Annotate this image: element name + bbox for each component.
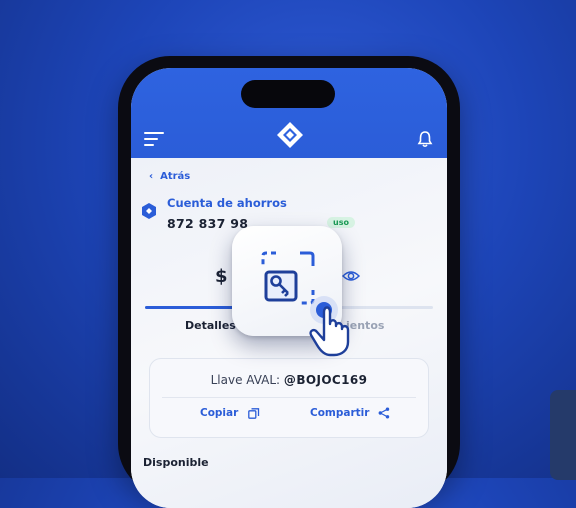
tap-hand-icon xyxy=(309,296,350,357)
copy-label: Copiar xyxy=(200,407,239,419)
divider xyxy=(162,397,416,398)
account-icon xyxy=(142,203,156,219)
menu-icon[interactable] xyxy=(144,132,164,146)
status-badge: uso xyxy=(327,217,355,228)
aval-key-value: @BOJOC169 xyxy=(283,373,368,387)
bell-icon[interactable] xyxy=(417,130,433,148)
dynamic-island xyxy=(241,80,335,108)
copy-button[interactable]: Copiar xyxy=(200,407,260,419)
share-label: Compartir xyxy=(310,407,370,419)
side-widget[interactable] xyxy=(550,390,576,480)
account-number: 872 837 98 xyxy=(167,216,249,231)
available-label: Disponible xyxy=(143,456,209,469)
share-icon xyxy=(378,407,390,419)
aval-key-label: Llave AVAL: xyxy=(210,373,281,387)
back-label: Atrás xyxy=(160,171,191,182)
copy-icon xyxy=(248,407,260,419)
back-link[interactable]: ‹ Atrás xyxy=(149,171,190,182)
share-button[interactable]: Compartir xyxy=(310,407,390,419)
tab-details[interactable]: Detalles xyxy=(185,319,236,332)
brand-logo-icon xyxy=(277,122,303,148)
account-title: Cuenta de ahorros xyxy=(167,196,287,210)
balance-amount: $ xyxy=(215,266,228,287)
eye-icon[interactable] xyxy=(342,269,360,283)
aval-key-row: Llave AVAL: @BOJOC169 xyxy=(150,373,428,387)
aval-key-card: Llave AVAL: @BOJOC169 Copiar Compartir xyxy=(149,358,429,438)
